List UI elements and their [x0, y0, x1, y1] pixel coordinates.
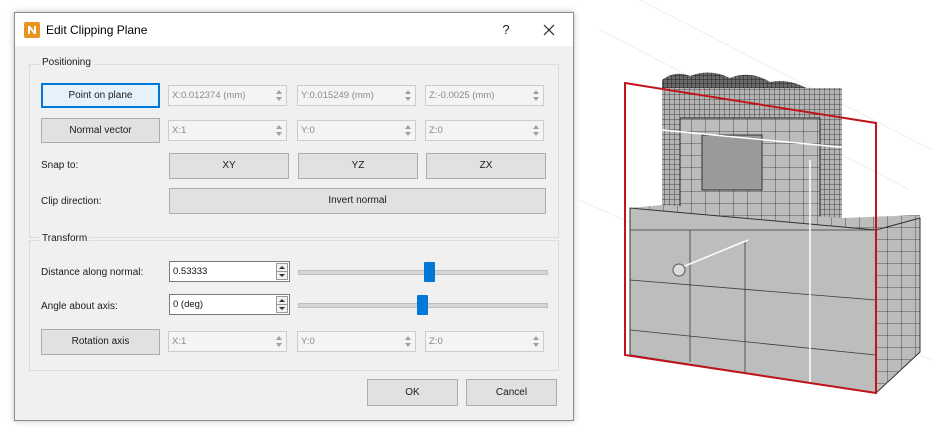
- spin-arrows-icon[interactable]: [402, 122, 414, 139]
- normal-z-field[interactable]: Z:0: [425, 120, 544, 141]
- snap-xy-button[interactable]: XY: [169, 153, 289, 179]
- cancel-button[interactable]: Cancel: [466, 379, 557, 406]
- spin-arrows-icon[interactable]: [273, 333, 285, 350]
- point-x-field[interactable]: X:0.012374 (mm): [168, 85, 287, 106]
- distance-along-normal-label: Distance along normal:: [41, 267, 144, 278]
- rotation-axis-button[interactable]: Rotation axis: [41, 329, 160, 355]
- invert-normal-button[interactable]: Invert normal: [169, 188, 546, 214]
- point-on-plane-button[interactable]: Point on plane: [41, 83, 160, 108]
- dialog-title: Edit Clipping Plane: [46, 23, 148, 37]
- spin-arrows-icon[interactable]: [530, 122, 542, 139]
- edit-clipping-plane-dialog: Edit Clipping Plane ? Positioning Point …: [14, 12, 574, 421]
- spin-arrows-icon[interactable]: [273, 122, 285, 139]
- snap-to-label: Snap to:: [41, 160, 79, 171]
- app-logo-icon: [24, 22, 40, 38]
- close-button[interactable]: [535, 20, 563, 40]
- angle-about-axis-label: Angle about axis:: [41, 301, 118, 312]
- close-icon: [543, 24, 555, 36]
- snap-yz-button[interactable]: YZ: [298, 153, 418, 179]
- point-y-field[interactable]: Y:0.015249 (mm): [297, 85, 416, 106]
- transform-group-label: Transform: [40, 233, 90, 244]
- rotation-y-field[interactable]: Y:0: [297, 331, 416, 352]
- ok-button[interactable]: OK: [367, 379, 458, 406]
- spin-arrows-icon[interactable]: [276, 263, 288, 280]
- spin-arrows-icon[interactable]: [402, 87, 414, 104]
- help-button[interactable]: ?: [494, 20, 518, 40]
- spin-arrows-icon[interactable]: [273, 87, 285, 104]
- rotation-x-field[interactable]: X:1: [168, 331, 287, 352]
- distance-slider-handle[interactable]: [423, 262, 435, 282]
- 3d-viewport[interactable]: [579, 0, 932, 433]
- spin-arrows-icon[interactable]: [530, 87, 542, 104]
- rotation-z-field[interactable]: Z:0: [425, 331, 544, 352]
- normal-vector-button[interactable]: Normal vector: [41, 118, 160, 143]
- snap-zx-button[interactable]: ZX: [426, 153, 546, 179]
- angle-slider-handle[interactable]: [416, 295, 428, 315]
- point-z-field[interactable]: Z:-0.0025 (mm): [425, 85, 544, 106]
- spin-arrows-icon[interactable]: [402, 333, 414, 350]
- clip-direction-label: Clip direction:: [41, 196, 102, 207]
- spin-arrows-icon[interactable]: [530, 333, 542, 350]
- distance-input[interactable]: 0.53333: [169, 261, 290, 282]
- meshed-model-view: [579, 0, 932, 395]
- angle-input[interactable]: 0 (deg): [169, 294, 290, 315]
- normal-x-field[interactable]: X:1: [168, 120, 287, 141]
- normal-y-field[interactable]: Y:0: [297, 120, 416, 141]
- spin-arrows-icon[interactable]: [276, 296, 288, 313]
- positioning-group-label: Positioning: [40, 57, 93, 68]
- title-bar[interactable]: Edit Clipping Plane ?: [15, 13, 573, 46]
